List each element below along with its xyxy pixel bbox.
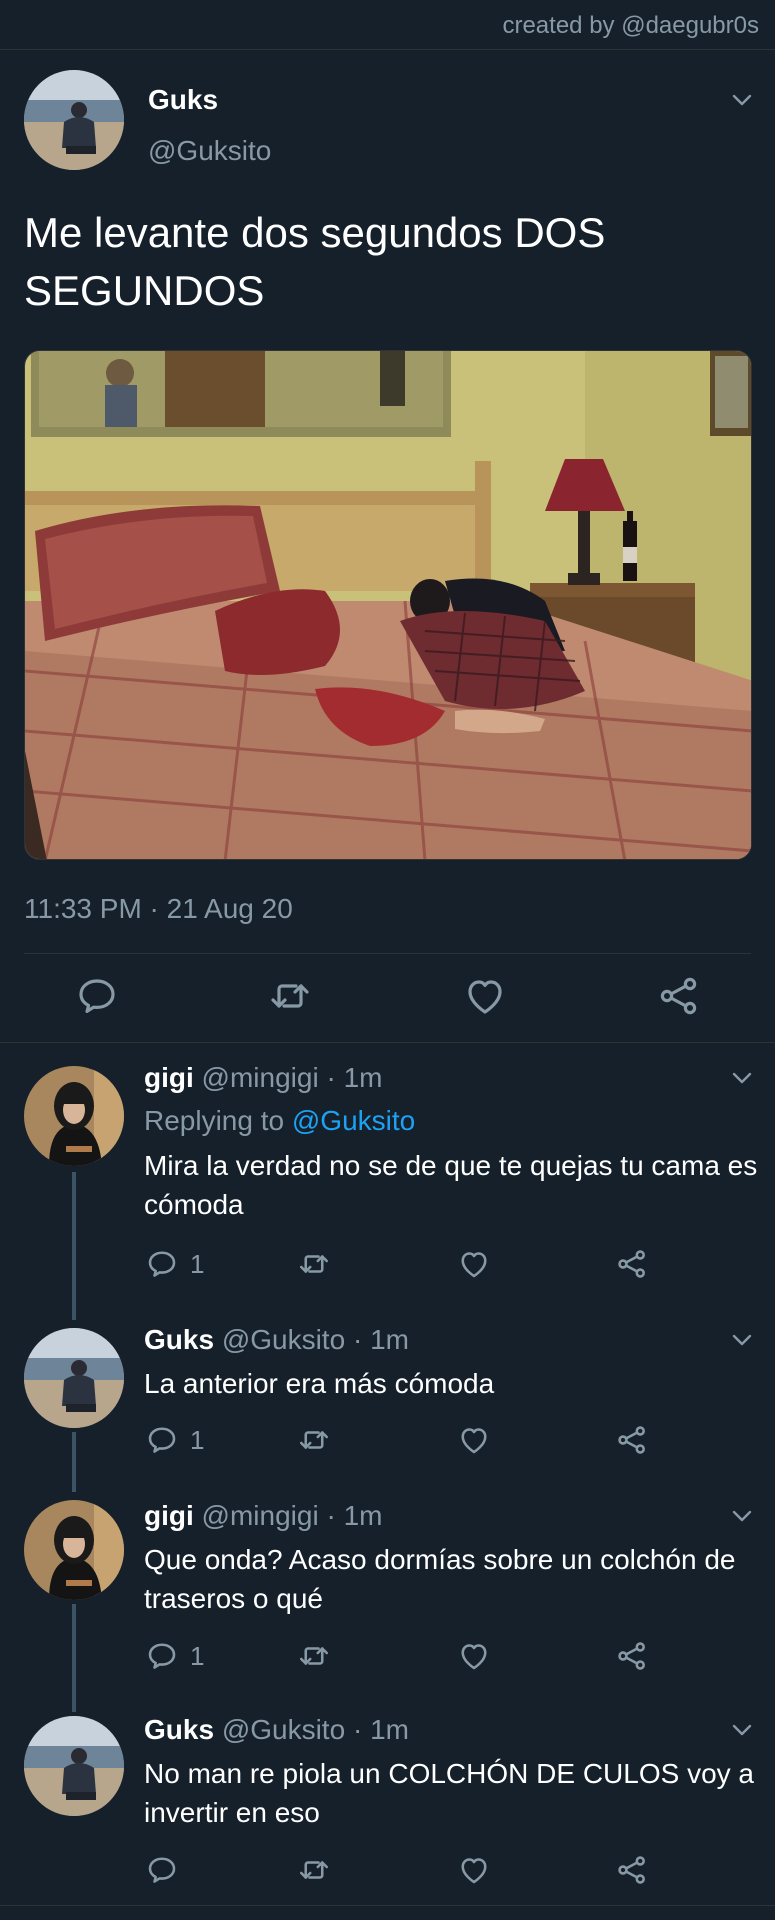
avatar-photo bbox=[24, 1328, 124, 1428]
avatar-photo bbox=[24, 1716, 124, 1816]
heart-icon[interactable] bbox=[456, 1852, 492, 1888]
reply-header: gigi @mingigi · 1m bbox=[144, 1062, 382, 1094]
reply-button[interactable]: 1 bbox=[144, 1422, 204, 1458]
reply-button[interactable] bbox=[144, 1852, 190, 1888]
replying-to: Replying to @Guksito bbox=[144, 1105, 415, 1137]
author-name[interactable]: gigi bbox=[144, 1500, 194, 1531]
retweet-icon[interactable] bbox=[296, 1422, 332, 1458]
tweet-media-image[interactable] bbox=[24, 350, 752, 860]
author-name[interactable]: Guks bbox=[148, 84, 218, 116]
author-handle[interactable]: @mingigi bbox=[202, 1500, 319, 1531]
reply-header: gigi @mingigi · 1m bbox=[144, 1500, 382, 1532]
tweet-timestamp[interactable]: 11:33 PM · 21 Aug 20 bbox=[24, 893, 293, 925]
divider bbox=[0, 1905, 775, 1906]
reply-icon bbox=[148, 1251, 176, 1277]
thread-line bbox=[72, 1604, 76, 1712]
tweet-action-bar bbox=[0, 972, 775, 1020]
separator-dot: · bbox=[326, 1062, 336, 1093]
thread-line bbox=[72, 1172, 76, 1320]
chevron-down-icon[interactable] bbox=[730, 1066, 754, 1090]
retweet-icon[interactable] bbox=[296, 1852, 332, 1888]
heart-icon[interactable] bbox=[456, 1246, 492, 1282]
separator-dot: · bbox=[352, 1714, 363, 1745]
share-icon[interactable] bbox=[614, 1852, 650, 1888]
replying-to-label: Replying to bbox=[144, 1105, 285, 1136]
heart-icon[interactable] bbox=[456, 1638, 492, 1674]
tweet-text: Me levante dos segundos DOS SEGUNDOS bbox=[24, 209, 606, 314]
heart-icon[interactable] bbox=[461, 972, 509, 1020]
separator-dot: · bbox=[326, 1500, 336, 1531]
avatar[interactable] bbox=[24, 1716, 124, 1816]
reply-header: Guks @Guksito · 1m bbox=[144, 1324, 409, 1356]
reply-time[interactable]: 1m bbox=[344, 1500, 383, 1531]
author-name[interactable]: Guks bbox=[144, 1324, 214, 1355]
avatar[interactable] bbox=[24, 1328, 124, 1428]
separator-dot: · bbox=[352, 1324, 363, 1355]
avatar[interactable] bbox=[24, 1500, 124, 1600]
reply-text: La anterior era más cómoda bbox=[144, 1368, 495, 1399]
watermark-credit: created by @daegubr0s bbox=[502, 12, 759, 39]
bedroom-photo bbox=[25, 351, 751, 859]
reply-action-bar: 1 bbox=[144, 1246, 664, 1282]
chevron-down-icon[interactable] bbox=[730, 1504, 754, 1528]
reply-count: 1 bbox=[190, 1640, 205, 1671]
avatar-photo bbox=[24, 70, 124, 170]
divider bbox=[0, 49, 775, 50]
reply-icon bbox=[148, 1427, 176, 1453]
reply-text: Que onda? Acaso dormías sobre un colchón… bbox=[144, 1544, 736, 1614]
author-handle[interactable]: @Guksito bbox=[148, 135, 271, 167]
share-icon[interactable] bbox=[614, 1246, 650, 1282]
share-icon[interactable] bbox=[655, 972, 703, 1020]
divider bbox=[0, 1042, 775, 1043]
divider bbox=[24, 953, 751, 954]
retweet-icon[interactable] bbox=[296, 1246, 332, 1282]
reply-action-bar: 1 bbox=[144, 1638, 664, 1674]
thread-line bbox=[72, 1432, 76, 1492]
share-icon[interactable] bbox=[614, 1638, 650, 1674]
author-handle[interactable]: @Guksito bbox=[222, 1714, 345, 1745]
reply-icon bbox=[148, 1643, 176, 1669]
chevron-down-icon[interactable] bbox=[730, 1718, 754, 1742]
chevron-down-icon[interactable] bbox=[730, 1328, 754, 1352]
reply-time[interactable]: 1m bbox=[370, 1324, 409, 1355]
chevron-down-icon[interactable] bbox=[730, 88, 754, 112]
author-name[interactable]: Guks bbox=[144, 1714, 214, 1745]
reply-header: Guks @Guksito · 1m bbox=[144, 1714, 409, 1746]
reply-icon[interactable] bbox=[73, 972, 121, 1020]
reply-time[interactable]: 1m bbox=[344, 1062, 383, 1093]
reply-icon bbox=[148, 1857, 176, 1883]
reply-action-bar bbox=[144, 1852, 664, 1888]
heart-icon[interactable] bbox=[456, 1422, 492, 1458]
author-handle[interactable]: @Guksito bbox=[222, 1324, 345, 1355]
reply-text: No man re piola un COLCHÓN DE CULOS voy … bbox=[144, 1758, 754, 1828]
avatar[interactable] bbox=[24, 70, 124, 170]
avatar-photo bbox=[24, 1500, 124, 1600]
avatar-photo bbox=[24, 1066, 124, 1166]
reply-count: 1 bbox=[190, 1248, 205, 1279]
share-icon[interactable] bbox=[614, 1422, 650, 1458]
reply-count: 1 bbox=[190, 1424, 205, 1455]
reply-text: Mira la verdad no se de que te quejas tu… bbox=[144, 1150, 758, 1220]
replying-to-link[interactable]: @Guksito bbox=[292, 1105, 415, 1136]
author-name[interactable]: gigi bbox=[144, 1062, 194, 1093]
reply-time[interactable]: 1m bbox=[370, 1714, 409, 1745]
author-handle[interactable]: @mingigi bbox=[202, 1062, 319, 1093]
avatar[interactable] bbox=[24, 1066, 124, 1166]
reply-action-bar: 1 bbox=[144, 1422, 664, 1458]
reply-button[interactable]: 1 bbox=[144, 1246, 204, 1282]
retweet-icon[interactable] bbox=[266, 972, 314, 1020]
reply-button[interactable]: 1 bbox=[144, 1638, 204, 1674]
retweet-icon[interactable] bbox=[296, 1638, 332, 1674]
